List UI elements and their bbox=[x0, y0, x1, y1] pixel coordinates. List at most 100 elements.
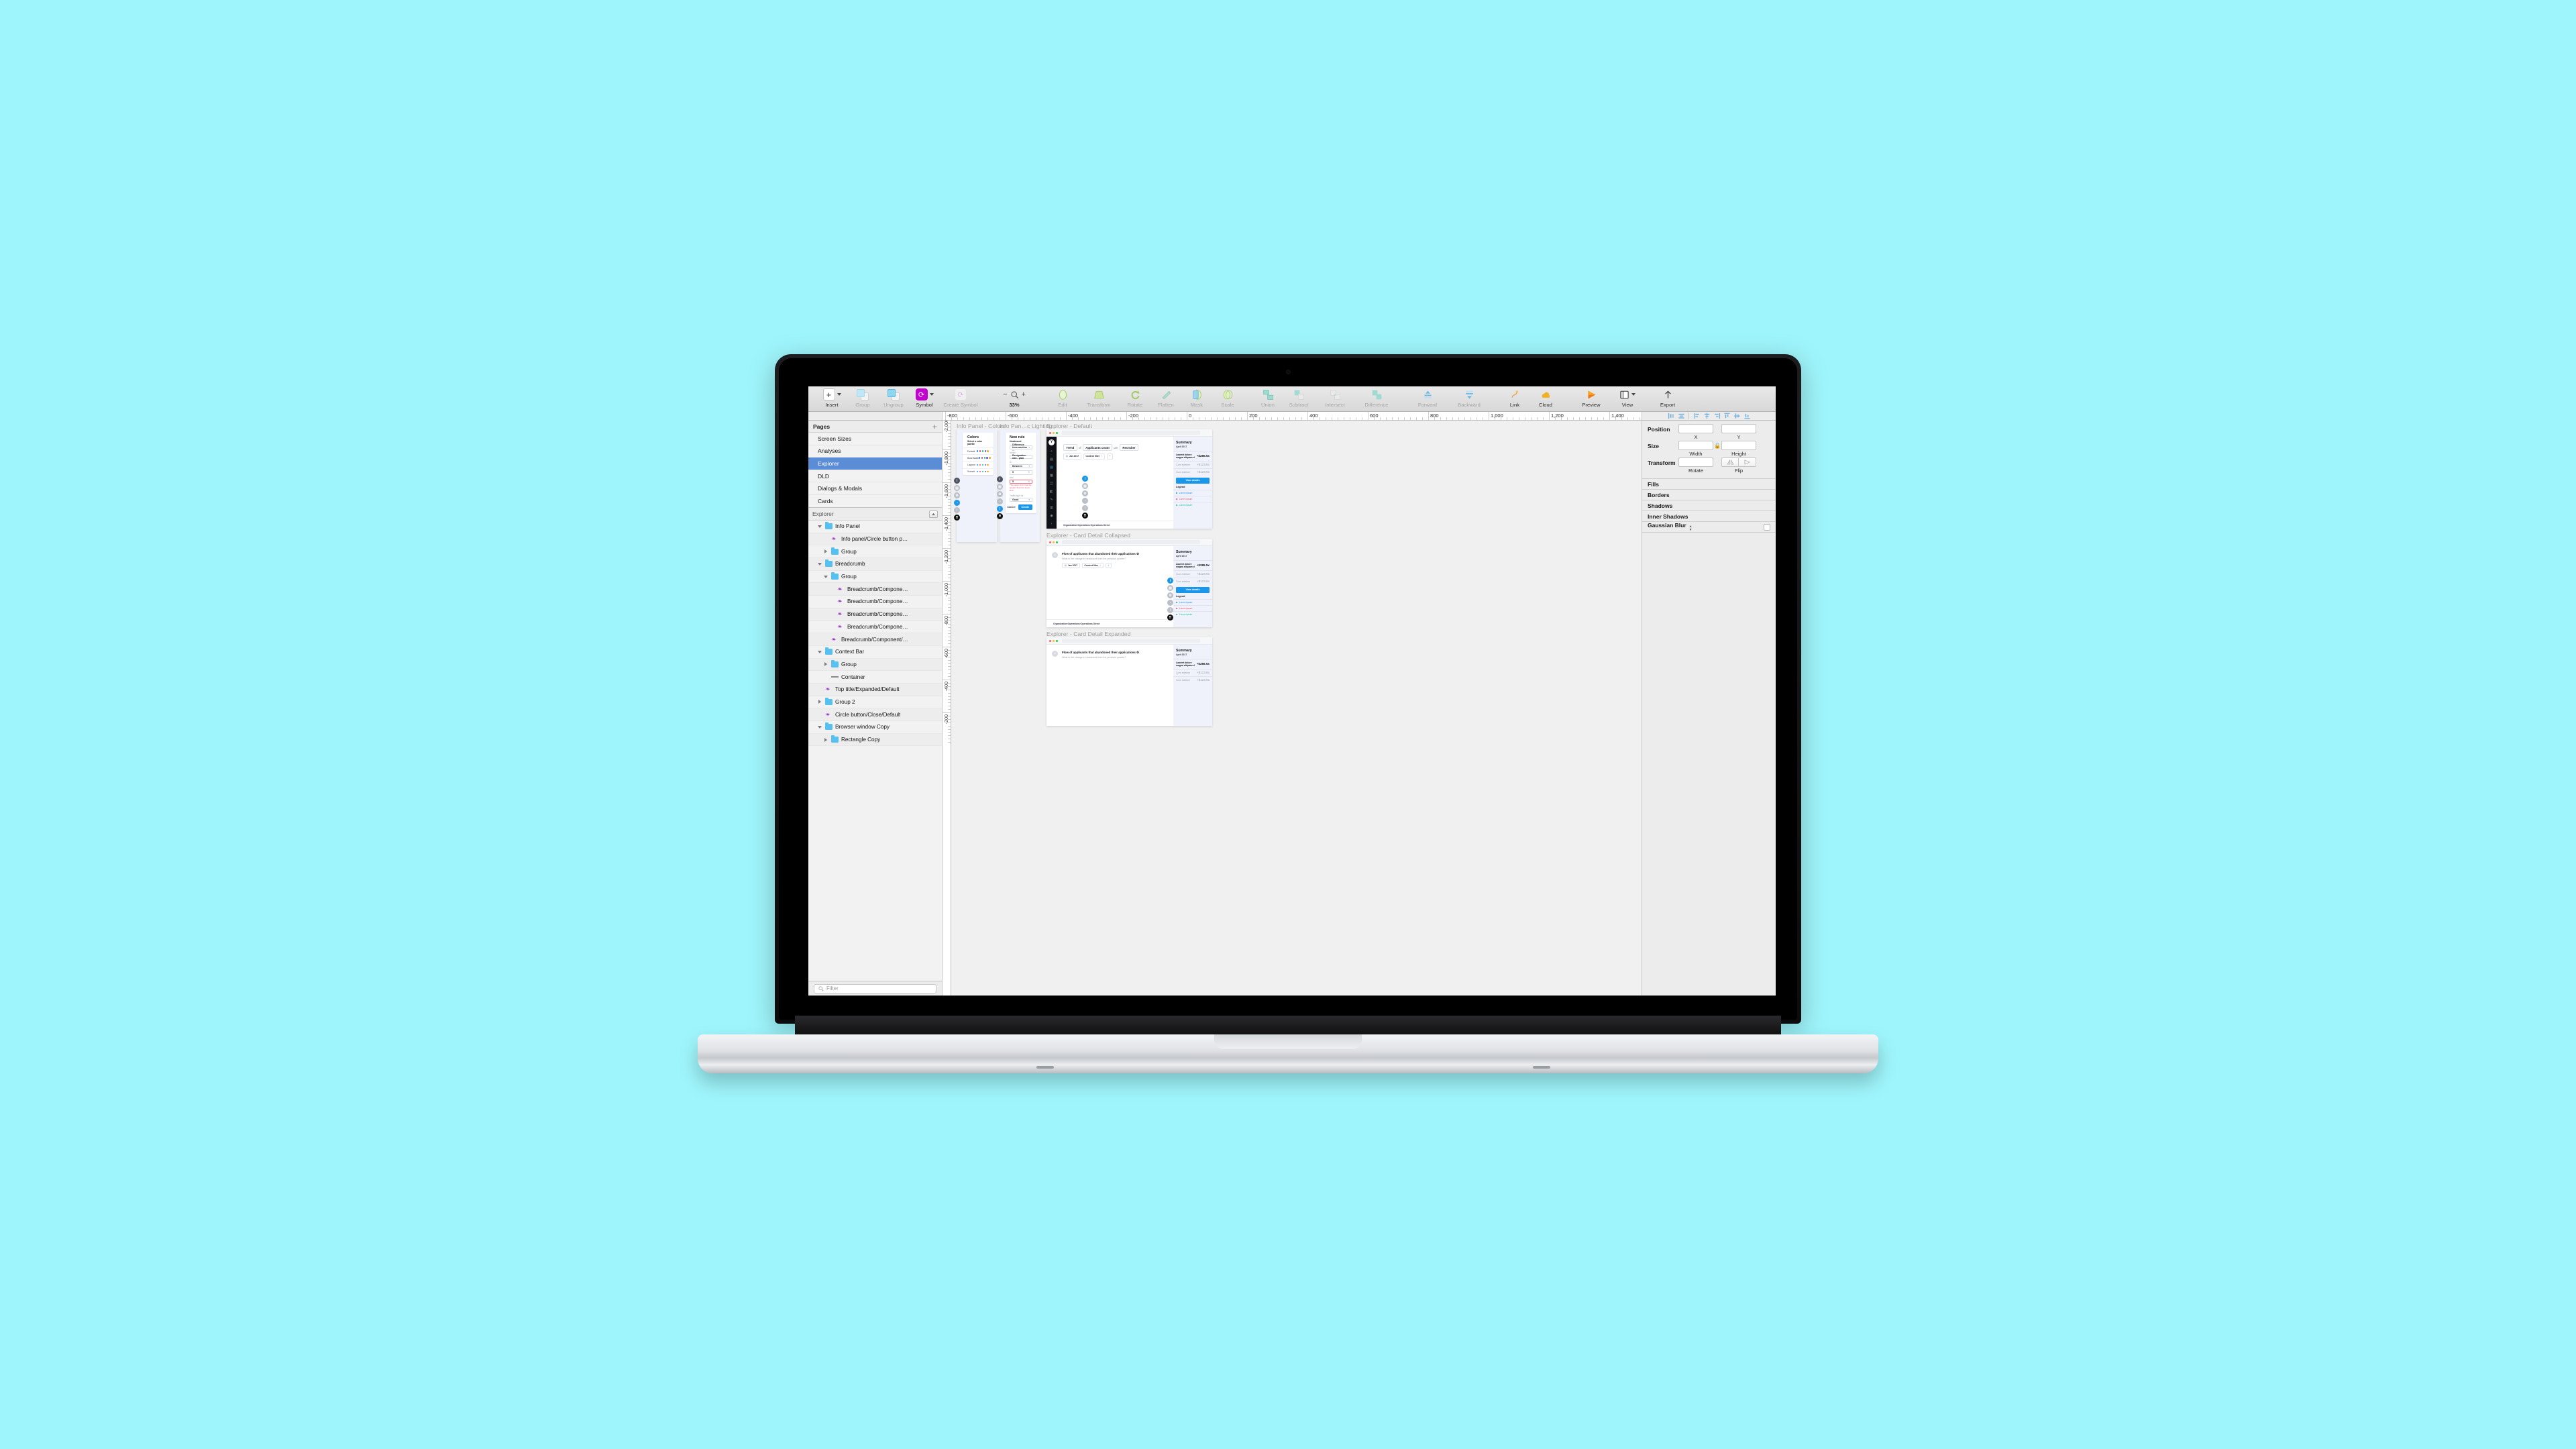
window-minimize-icon[interactable] bbox=[1053, 431, 1055, 434]
breadcrumb-item[interactable]: Operations Direct bbox=[1081, 623, 1099, 625]
plus-icon[interactable]: + bbox=[1022, 390, 1026, 398]
layer-row[interactable]: Group bbox=[808, 545, 942, 559]
layer-row[interactable]: Browser window Copy bbox=[808, 721, 942, 734]
palette-icon[interactable]: ◔ bbox=[954, 500, 960, 506]
palette-row[interactable]: Boardwalk bbox=[963, 454, 994, 461]
toolbar-export[interactable]: Export bbox=[1652, 386, 1683, 408]
settings-icon[interactable]: ⚙ bbox=[954, 492, 960, 498]
height-input[interactable] bbox=[1721, 441, 1756, 450]
toolbar-link[interactable]: Link bbox=[1499, 386, 1530, 408]
layer-row[interactable]: ❧ Top title/Expanded/Default bbox=[808, 683, 942, 696]
chevron-right-icon[interactable] bbox=[823, 662, 828, 667]
date-chip[interactable]: ▤ Jan 2017 bbox=[1063, 453, 1081, 460]
palette-icon[interactable]: ◔ bbox=[1082, 498, 1088, 504]
circle-button-rail[interactable]: i ▤ ⚙ ◔! ⠿ bbox=[1082, 476, 1088, 519]
circle-button-rail[interactable]: i ▤ ⚙ ◔! ⠿ bbox=[954, 478, 960, 521]
chevron-right-icon[interactable]: › bbox=[1046, 520, 1057, 528]
cancel-button[interactable]: Cancel bbox=[1007, 506, 1015, 508]
layer-row[interactable]: ❧ Breadcrumb/Compone… bbox=[808, 608, 942, 621]
drag-handle-icon[interactable]: ⠿ bbox=[997, 513, 1003, 519]
align-top-icon[interactable] bbox=[1722, 412, 1731, 420]
chevron-down-icon[interactable] bbox=[817, 525, 822, 528]
breadcrumb-item[interactable]: Operations Direct bbox=[1091, 524, 1110, 527]
layer-row[interactable]: Container bbox=[808, 671, 942, 684]
lock-open-icon[interactable]: 🔓 bbox=[1713, 441, 1721, 449]
layer-row[interactable]: ❧ Info panel/Circle button p… bbox=[808, 533, 942, 546]
artboard-card-detail-collapsed[interactable]: × Flow of applicants that abandoned thei… bbox=[1046, 539, 1212, 627]
toolbar-scale[interactable]: Scale bbox=[1212, 386, 1243, 408]
width-input[interactable] bbox=[1678, 441, 1713, 450]
toolbar-flatten[interactable]: Flatten bbox=[1150, 386, 1181, 408]
page-item-explorer[interactable]: Explorer bbox=[808, 458, 942, 470]
add-panel-icon[interactable]: ▤ bbox=[954, 485, 960, 491]
artboard-title-info-colors[interactable]: Info Panel - Colors bbox=[957, 423, 1005, 429]
circle-button-rail[interactable]: i ▤ ⚙ ◔! ⠿ bbox=[997, 476, 1003, 519]
legend-row[interactable]: Lorem ipsum bbox=[1173, 604, 1212, 611]
canvas[interactable]: Info Panel - Colors Colors Select a colo… bbox=[951, 421, 1642, 996]
legend-row[interactable]: Lorem ipsum bbox=[1173, 610, 1212, 617]
layer-row[interactable]: ❧ Breadcrumb/Compone… bbox=[808, 583, 942, 596]
inspector-section-shadows[interactable]: Shadows bbox=[1642, 500, 1776, 511]
search-icon[interactable]: ⌕ bbox=[1046, 447, 1057, 455]
artboard-info-panel-colors[interactable]: Colors Select a color palette Default Boa… bbox=[954, 429, 997, 542]
chevron-right-icon[interactable] bbox=[823, 737, 828, 742]
app-logo[interactable]: Y bbox=[1046, 437, 1057, 447]
toolbar-group[interactable]: Group bbox=[847, 386, 878, 408]
toolbar-cloud[interactable]: Cloud bbox=[1530, 386, 1561, 408]
view-details-button[interactable]: View details bbox=[1176, 478, 1210, 484]
chevron-down-icon[interactable] bbox=[817, 562, 822, 566]
window-zoom-icon[interactable] bbox=[1056, 639, 1058, 642]
settings-icon[interactable]: ⚙ bbox=[997, 491, 1003, 497]
bar-icon[interactable]: ▥ bbox=[1046, 504, 1057, 512]
circle-button-rail[interactable]: i ▤ ⚙ ◔! ⠿ bbox=[1167, 578, 1173, 621]
url-bar[interactable] bbox=[1062, 540, 1200, 544]
info-icon[interactable]: i bbox=[1082, 476, 1088, 482]
close-icon[interactable]: × bbox=[1052, 552, 1058, 558]
chevron-down-icon[interactable] bbox=[817, 650, 822, 653]
artboard-title-card-collapsed[interactable]: Explorer - Card Detail Collapsed bbox=[1046, 532, 1130, 539]
context-filter-chip[interactable]: Context filter × bbox=[1081, 562, 1104, 568]
toolbar-ungroup[interactable]: Ungroup bbox=[878, 386, 909, 408]
toolbar-transform[interactable]: Transform bbox=[1078, 386, 1120, 408]
legend-row[interactable]: Lorem ipsum bbox=[1173, 495, 1212, 502]
info-icon[interactable]: i bbox=[997, 476, 1003, 482]
drag-handle-icon[interactable]: ⠿ bbox=[954, 515, 960, 521]
palette-icon[interactable]: ◔ bbox=[1167, 600, 1173, 606]
chart-icon[interactable]: ▤ bbox=[1046, 464, 1057, 472]
palette-icon[interactable]: ◔ bbox=[997, 498, 1003, 504]
artboard-card-detail-expanded[interactable]: × Flow of applicants that abandoned thei… bbox=[1046, 637, 1212, 726]
layer-row[interactable]: ❧ Breadcrumb/Compone… bbox=[808, 596, 942, 608]
toolbar-symbol[interactable]: ⟳ Symbol bbox=[909, 386, 940, 408]
window-minimize-icon[interactable] bbox=[1053, 541, 1055, 543]
add-panel-icon[interactable]: ▤ bbox=[1167, 585, 1173, 591]
add-panel-icon[interactable]: ▤ bbox=[997, 484, 1003, 490]
alert-icon[interactable]: ! bbox=[1167, 607, 1173, 613]
window-zoom-icon[interactable] bbox=[1056, 541, 1058, 543]
layer-row[interactable]: Context Bar bbox=[808, 646, 942, 659]
layer-row[interactable]: Group bbox=[808, 571, 942, 584]
lower-limit-input[interactable]: 5 % bbox=[1010, 470, 1032, 475]
close-icon[interactable]: × bbox=[1052, 651, 1058, 657]
toolbar-mask[interactable]: Mask bbox=[1181, 386, 1212, 408]
palette-row[interactable]: Lagoon bbox=[963, 461, 994, 468]
table-icon[interactable]: ▦ bbox=[1046, 472, 1057, 480]
pencil-icon[interactable]: ✎ bbox=[1046, 496, 1057, 504]
settings-icon[interactable]: ⚙ bbox=[1136, 651, 1139, 654]
query-verb-pill[interactable]: Trend bbox=[1063, 444, 1077, 451]
app-sidebar-nav[interactable]: Y ⌕ ▤ ▤ ▦ ⣿ ◧ ✎ ▥ ◉ › bbox=[1046, 437, 1057, 529]
layer-row[interactable]: ❧ Breadcrumb/Compone… bbox=[808, 621, 942, 634]
rotate-input[interactable] bbox=[1678, 458, 1713, 467]
pages-list[interactable]: Screen Sizes Analyses Explorer DLD Dialogs &… bbox=[808, 433, 942, 508]
palette-row[interactable]: Sunset bbox=[963, 468, 994, 475]
artboard-title-card-expanded[interactable]: Explorer - Card Detail Expanded bbox=[1046, 631, 1130, 637]
url-bar[interactable] bbox=[1062, 639, 1200, 643]
legend-row[interactable]: Lorem ipsum bbox=[1173, 489, 1212, 496]
artboard-info-panel-lighting[interactable]: New rule Headcount Difference from anoth… bbox=[997, 429, 1040, 542]
toolbar-intersect[interactable]: Intersect bbox=[1314, 386, 1356, 408]
distribute-right-icon[interactable] bbox=[1712, 412, 1721, 420]
alert-icon[interactable]: ! bbox=[1082, 505, 1088, 511]
toolbar-rotate[interactable]: Rotate bbox=[1120, 386, 1150, 408]
create-button[interactable]: Create bbox=[1018, 504, 1032, 510]
window-close-icon[interactable] bbox=[1049, 639, 1051, 642]
alert-icon[interactable]: ! bbox=[954, 507, 960, 513]
